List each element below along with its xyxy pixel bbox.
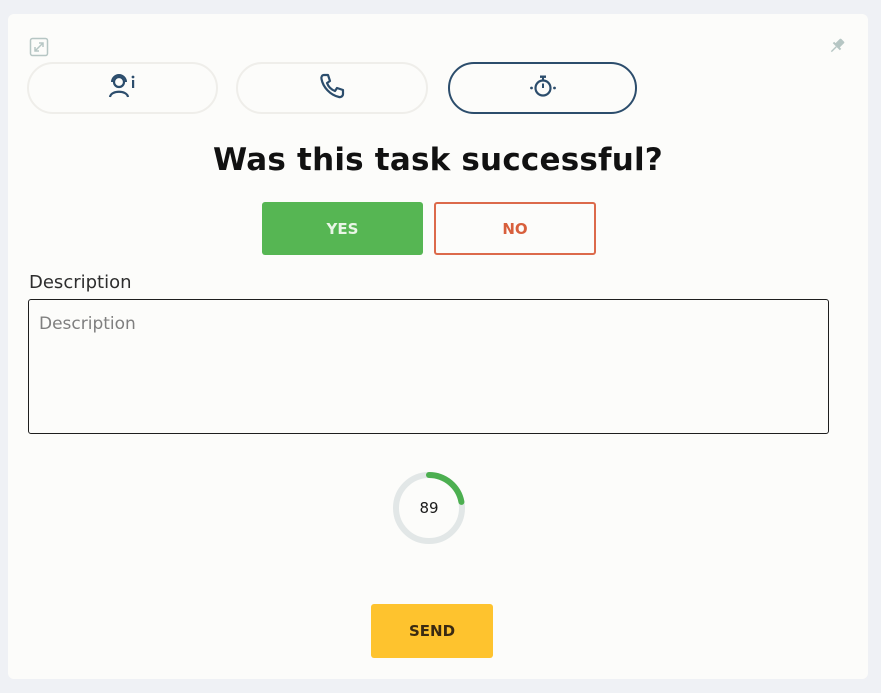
timer-value: 89 bbox=[419, 499, 439, 517]
timer-progress: 89 bbox=[390, 469, 468, 547]
send-button[interactable]: SEND bbox=[371, 604, 493, 658]
tab-phone[interactable] bbox=[236, 62, 428, 114]
description-input[interactable] bbox=[28, 299, 829, 434]
no-button[interactable]: NO bbox=[434, 202, 596, 255]
agent-info-icon bbox=[108, 72, 138, 105]
yes-button[interactable]: YES bbox=[262, 202, 423, 255]
description-label: Description bbox=[29, 272, 132, 293]
phone-icon bbox=[317, 72, 347, 105]
pin-icon[interactable] bbox=[826, 35, 848, 57]
collapse-icon[interactable] bbox=[28, 36, 50, 58]
tab-timer[interactable] bbox=[448, 62, 637, 114]
page-title: Was this task successful? bbox=[213, 142, 663, 178]
stopwatch-icon bbox=[527, 72, 559, 105]
tab-agent-info[interactable] bbox=[27, 62, 218, 114]
feedback-panel: Was this task successful? YES NO Descrip… bbox=[8, 14, 868, 679]
